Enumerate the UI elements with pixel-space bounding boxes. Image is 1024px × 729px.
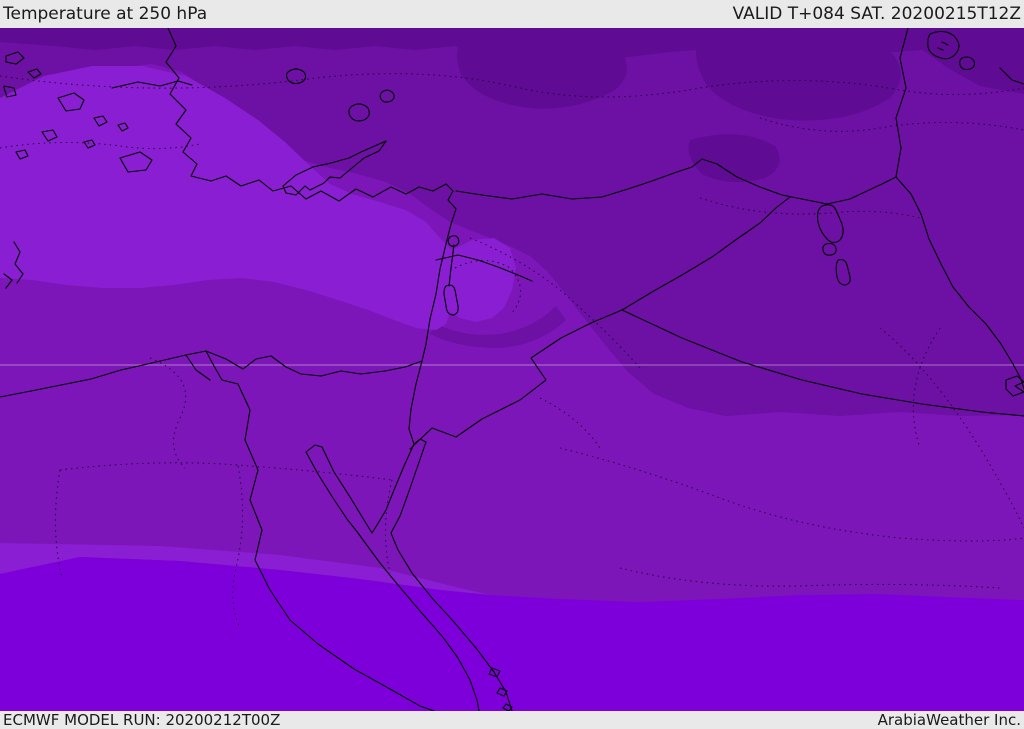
weather-map-canvas xyxy=(0,28,1024,711)
credit-label: ArabiaWeather Inc. xyxy=(877,711,1021,729)
footer-bar: ECMWF MODEL RUN: 20200212T00Z ArabiaWeat… xyxy=(0,711,1024,729)
model-run-label: ECMWF MODEL RUN: 20200212T00Z xyxy=(3,711,281,729)
header-bar: Temperature at 250 hPa VALID T+084 SAT. … xyxy=(0,0,1024,28)
weather-map xyxy=(0,28,1024,711)
valid-time-label: VALID T+084 SAT. 20200215T12Z xyxy=(732,4,1021,24)
map-title: Temperature at 250 hPa xyxy=(3,4,208,24)
